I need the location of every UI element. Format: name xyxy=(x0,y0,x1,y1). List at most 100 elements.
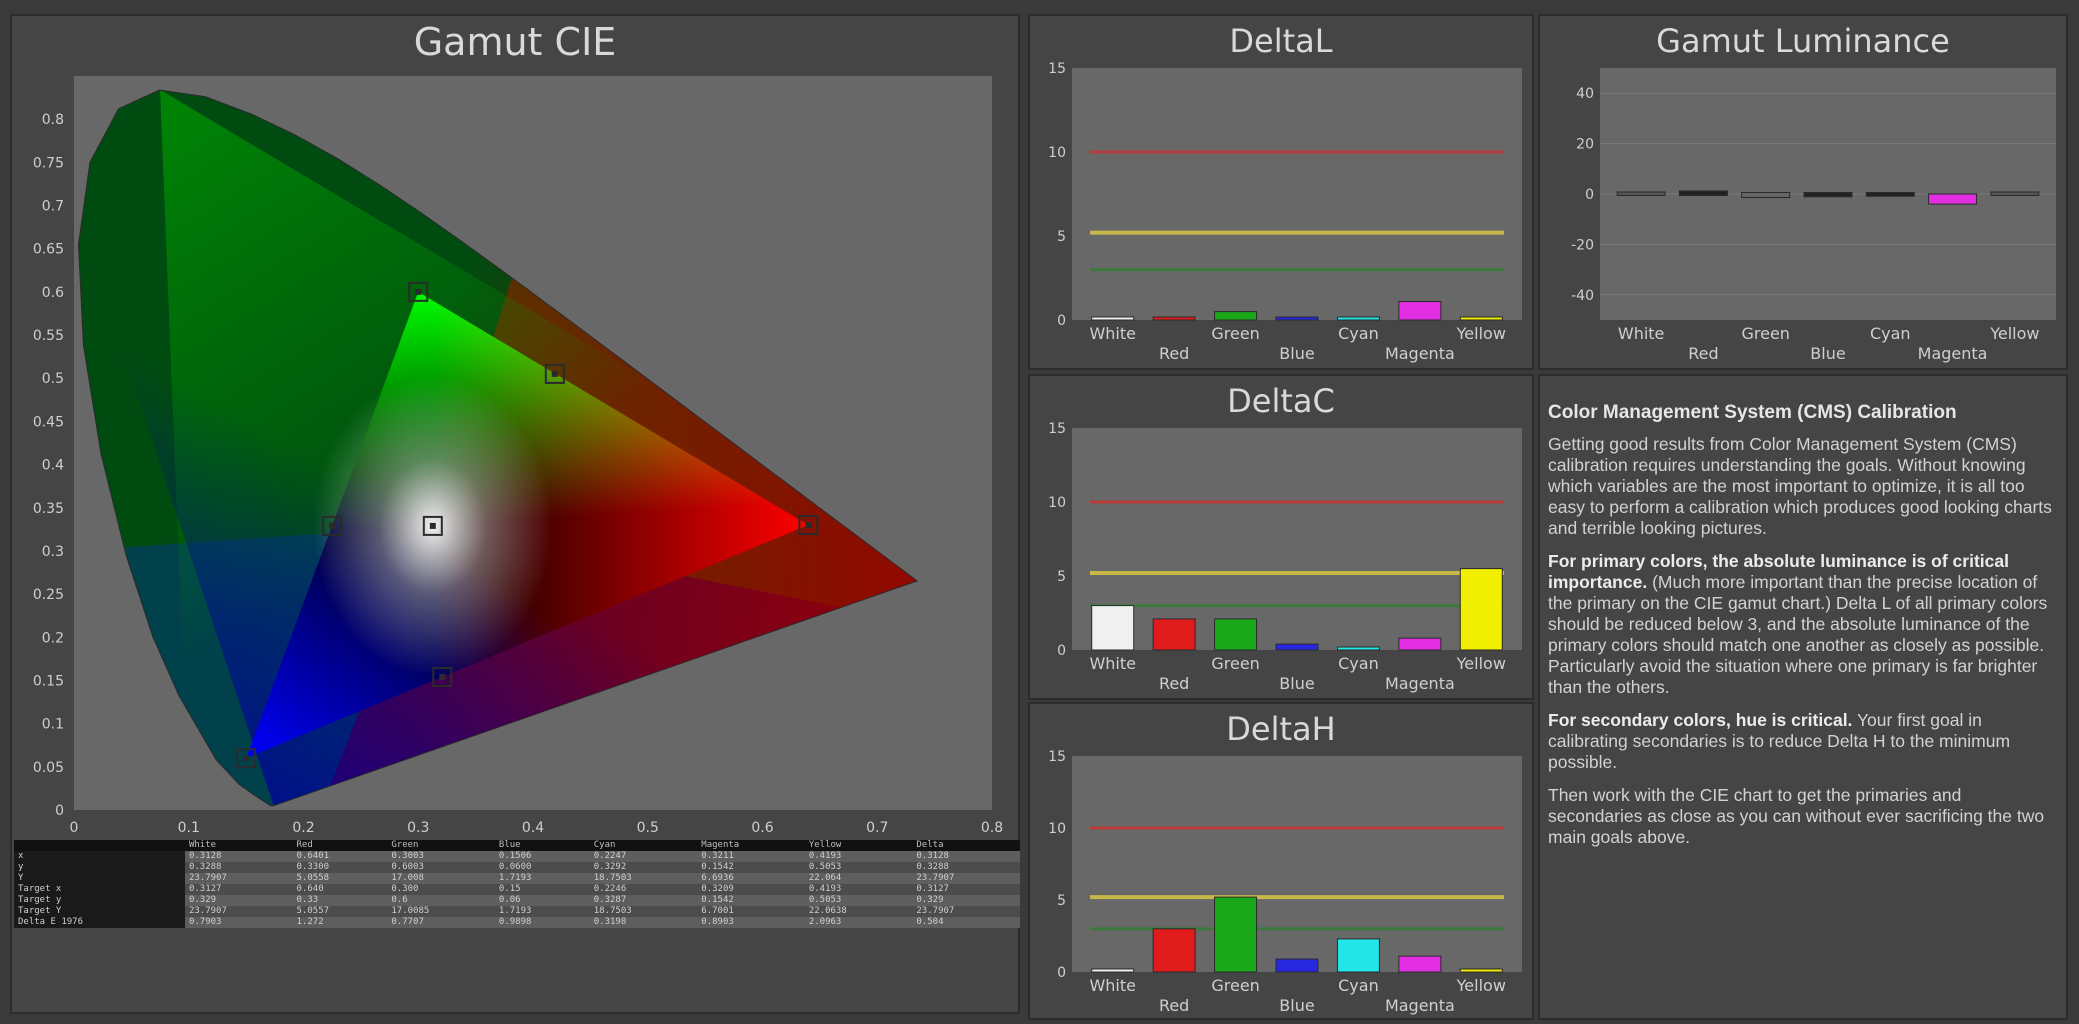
luminance-chart: 40 20 0 -20 -40 White Red Green Blue Cyan MagentaY… xyxy=(1571,68,2056,363)
deltaL-chart: 15 10 5 0 White Red Green Blue Cyan MagentaYellow xyxy=(1048,62,1522,363)
bar xyxy=(1990,191,2040,197)
cie-x-tick: 0.7 xyxy=(866,820,888,836)
table-cell: 0.4193 xyxy=(804,851,913,862)
cie-y-tick: 0.65 xyxy=(33,242,64,258)
cie-measured-magenta xyxy=(439,674,446,681)
cie-measured-white xyxy=(429,522,436,529)
cie-title: Gamut CIE xyxy=(413,20,617,64)
cie-measured-yellow xyxy=(551,370,558,377)
table-cell: 0.15 xyxy=(494,884,590,895)
table-cell: 0.5053 xyxy=(804,895,913,906)
category-label: Cyan xyxy=(1338,976,1379,995)
cms-heading: Color Management System (CMS) Calibratio… xyxy=(1548,402,1957,423)
cie-x-tick: 0.6 xyxy=(751,820,773,836)
cie-y-tick: 0 xyxy=(55,803,64,819)
deltaC-chart: 15 10 5 0 White Red Green Blue Cyan MagentaYellow xyxy=(1048,422,1522,693)
plot-area xyxy=(1072,756,1522,972)
table-cell: 0.2246 xyxy=(589,884,698,895)
category-label: Blue xyxy=(1279,996,1314,1015)
table-cell: 0.3287 xyxy=(589,895,698,906)
table-cell: 0.504 xyxy=(912,917,1020,928)
cie-x-tick: 0.3 xyxy=(407,820,429,836)
bar xyxy=(1336,938,1380,973)
bar xyxy=(1152,316,1196,321)
table-cell: 0.6401 xyxy=(292,851,388,862)
table-row: Delta E 1976 0.7903 1.272 0.7707 0.9898 0.319… xyxy=(14,917,1020,928)
bar xyxy=(1616,191,1666,197)
table-cell: 0.3292 xyxy=(589,862,698,873)
y-tick: 40 xyxy=(1576,86,1594,102)
table-cell: 0.7707 xyxy=(387,917,495,928)
table-cell: 0.33 xyxy=(292,895,388,906)
y-tick: 10 xyxy=(1048,821,1066,837)
category-label: Magenta xyxy=(1918,344,1988,363)
cie-y-tick: 0.55 xyxy=(33,328,64,344)
cms-p3-bold: For secondary colors, hue is critical. xyxy=(1548,710,1853,730)
table-row: Y 23.7907 5.0558 17.008 1.7193 18.7503 6.6936 2… xyxy=(14,873,1020,884)
table-row-label: x xyxy=(14,851,185,862)
category-label: Yellow xyxy=(1989,324,2039,343)
table-cell: 1.7193 xyxy=(494,906,590,917)
table-row: Target x 0.3127 0.640 0.300 0.15 0.2246 0.3209… xyxy=(14,884,1020,895)
table-cell: 22.0638 xyxy=(804,906,913,917)
table-cell: 6.7001 xyxy=(697,906,805,917)
table-cell: 0.3288 xyxy=(912,862,1020,873)
table-cell: 0.300 xyxy=(387,884,495,895)
table-cell: 0.06 xyxy=(494,895,590,906)
y-tick: -40 xyxy=(1571,288,1594,304)
table-row: Target Y 23.7907 5.0557 17.0085 1.7193 18.750… xyxy=(14,906,1020,917)
category-label: Cyan xyxy=(1338,654,1379,673)
category-label: Yellow xyxy=(1456,324,1506,343)
table-row-label: Target y xyxy=(14,895,185,906)
y-tick: 0 xyxy=(1057,313,1066,329)
luminance-title: Gamut Luminance xyxy=(1656,22,1950,60)
cie-y-tick: 0.2 xyxy=(42,630,64,646)
cms-paragraph-3: For secondary colors, hue is critical. Y… xyxy=(1548,710,2058,773)
table-cell: 0.5053 xyxy=(804,862,913,873)
category-label: Green xyxy=(1211,654,1259,673)
y-tick: 10 xyxy=(1048,495,1066,511)
table-cell: 0.329 xyxy=(184,895,293,906)
cie-y-tick: 0.1 xyxy=(42,717,64,733)
cie-x-tick: 0.5 xyxy=(637,820,659,836)
table-cell: 0.7903 xyxy=(184,917,293,928)
y-tick: 15 xyxy=(1048,750,1066,765)
plot-area xyxy=(1072,428,1522,650)
bar xyxy=(1091,605,1135,651)
cie-y-tick: 0.3 xyxy=(42,544,64,560)
table-cell: 17.008 xyxy=(387,873,495,884)
cms-text: Color Management System (CMS) Calibratio… xyxy=(1548,402,2058,1014)
category-label: Green xyxy=(1741,324,1789,343)
bar xyxy=(1275,958,1319,973)
bar xyxy=(1741,192,1791,199)
table-cell: 5.0557 xyxy=(292,906,388,917)
category-label: Cyan xyxy=(1870,324,1911,343)
table-cell: 0.0600 xyxy=(494,862,590,873)
y-tick: -20 xyxy=(1571,237,1594,253)
table-cell: 23.7907 xyxy=(184,873,293,884)
category-label: White xyxy=(1089,654,1136,673)
bar xyxy=(1336,316,1380,321)
category-label: White xyxy=(1089,324,1136,343)
cie-measured-green xyxy=(415,288,422,295)
plot-area xyxy=(1072,68,1522,320)
y-tick: 5 xyxy=(1057,893,1066,909)
cie-y-tick: 0.25 xyxy=(33,587,64,603)
category-label: Green xyxy=(1211,324,1259,343)
table-header-cell: Magenta xyxy=(697,840,805,851)
table-cell: 0.3288 xyxy=(184,862,293,873)
cie-y-tick: 0.6 xyxy=(42,285,64,301)
cie-y-tick: 0.4 xyxy=(42,458,64,474)
y-tick: 0 xyxy=(1585,187,1594,203)
cie-measured-red xyxy=(805,522,812,529)
bar xyxy=(1459,968,1503,973)
table-cell: 1.272 xyxy=(292,917,388,928)
y-tick: 20 xyxy=(1576,137,1594,153)
deltaL-title: DeltaL xyxy=(1229,22,1333,60)
category-label: Blue xyxy=(1279,674,1314,693)
category-label: Yellow xyxy=(1456,654,1506,673)
cms-paragraph-2: For primary colors, the absolute luminan… xyxy=(1548,551,2058,698)
table-cell: 0.8903 xyxy=(697,917,805,928)
table-cell: 0.3127 xyxy=(912,884,1020,895)
y-tick: 15 xyxy=(1048,422,1066,437)
